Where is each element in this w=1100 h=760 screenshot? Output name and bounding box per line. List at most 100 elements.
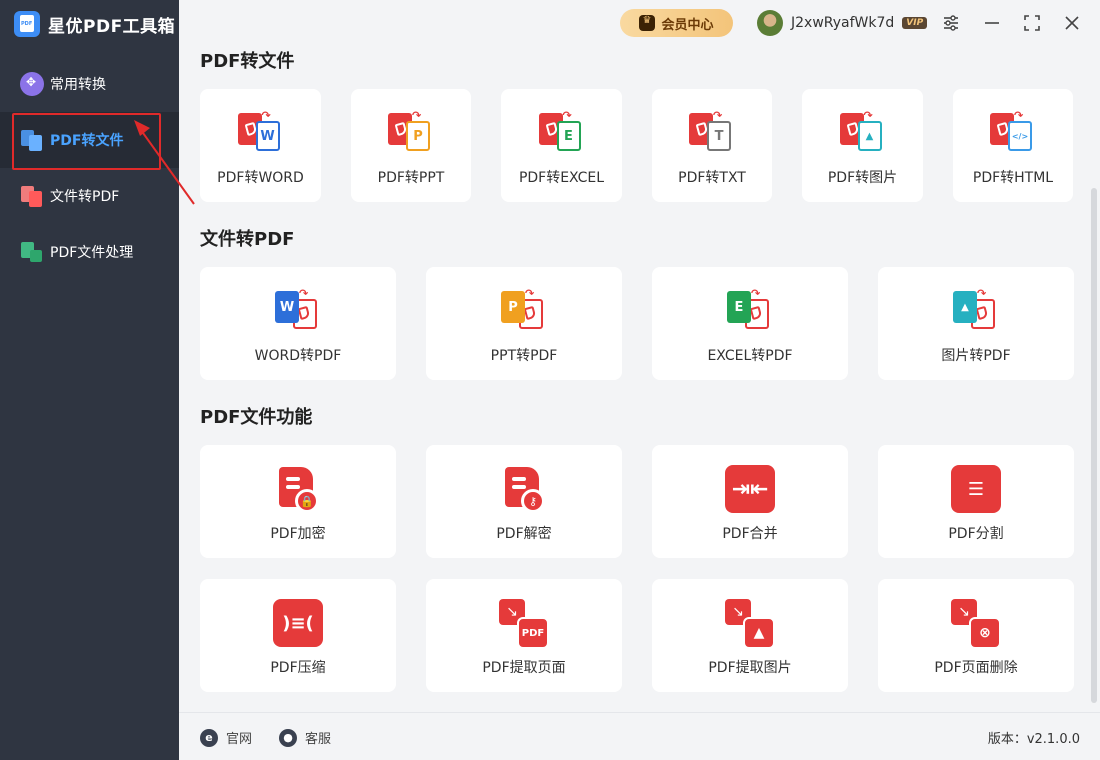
card-label: PDF提取页面 <box>482 660 566 676</box>
target-doc: P <box>406 121 430 151</box>
sidebar-item-label: PDF转文件 <box>50 133 124 149</box>
excel-to-pdf-icon: E ↷ <box>725 287 775 333</box>
browser-icon: e <box>200 728 218 747</box>
card-label: PDF加密 <box>270 526 326 542</box>
target-doc: W <box>255 121 280 151</box>
card-label: PDF解密 <box>496 526 552 542</box>
target-doc: </> <box>1008 121 1032 151</box>
section-title-file-to-pdf: 文件转PDF <box>200 229 295 250</box>
pdf-to-file-icon <box>20 128 44 152</box>
target-doc: ▲ <box>857 121 882 151</box>
app-logo-icon <box>14 11 40 37</box>
section-title-pdf-to-file: PDF转文件 <box>200 51 295 72</box>
card-label: WORD转PDF <box>254 348 342 364</box>
card-label: PDF转EXCEL <box>518 170 605 186</box>
section-title-pdf-functions: PDF文件功能 <box>200 407 313 428</box>
card-label: PDF转HTML <box>972 170 1054 186</box>
minimize-icon[interactable] <box>981 12 1003 34</box>
card-label: PDF转图片 <box>827 170 898 186</box>
card-pdf-to-word[interactable]: W ↷ PDF转WORD <box>200 89 321 202</box>
vip-badge: VIP <box>902 17 928 29</box>
card-label: PDF转WORD <box>217 170 304 186</box>
sidebar-item-file-to-pdf[interactable]: 文件转PDF <box>0 168 179 224</box>
card-ppt-to-pdf[interactable]: P ↷ PPT转PDF <box>426 267 622 380</box>
extract-page-icon: ↘ PDF <box>499 599 549 649</box>
split-icon: ☰ <box>951 465 1001 513</box>
file-to-pdf-icon <box>20 184 44 208</box>
card-label: PDF合并 <box>722 526 778 542</box>
card-label: PDF提取图片 <box>708 660 792 676</box>
sidebar-item-label: 常用转换 <box>50 77 106 93</box>
card-pdf-to-excel[interactable]: E ↷ PDF转EXCEL <box>501 89 622 202</box>
card-pdf-extract-image[interactable]: ↘ ▲ PDF提取图片 <box>652 579 848 692</box>
settings-icon[interactable] <box>940 12 962 34</box>
sidebar-item-common[interactable]: 常用转换 <box>0 56 179 112</box>
card-pdf-merge[interactable]: ⇥⇤ PDF合并 <box>652 445 848 558</box>
sidebar: 星优PDF工具箱 常用转换 PDF转文件 文件转PDF PDF文件处理 <box>0 0 179 760</box>
app-title: 星优PDF工具箱 <box>48 16 176 37</box>
card-pdf-compress[interactable]: )≡( PDF压缩 <box>200 579 396 692</box>
support-link[interactable]: ● 客服 <box>279 728 331 747</box>
grid-icon <box>20 72 44 96</box>
pdf-to-image-icon: ▲ ↷ <box>838 109 888 155</box>
vip-center-button[interactable]: 会员中心 <box>620 9 733 37</box>
card-label: PDF分割 <box>948 526 1004 542</box>
card-label: PDF页面删除 <box>934 660 1018 676</box>
sidebar-nav: 常用转换 PDF转文件 文件转PDF PDF文件处理 <box>0 56 179 280</box>
pdf-to-word-icon: W ↷ <box>236 109 286 155</box>
card-pdf-to-txt[interactable]: T ↷ PDF转TXT <box>652 89 772 202</box>
website-link[interactable]: e 官网 <box>200 728 252 747</box>
maximize-icon[interactable] <box>1021 12 1043 34</box>
pdf-to-ppt-icon: P ↷ <box>386 109 436 155</box>
scrollbar[interactable] <box>1091 188 1097 703</box>
sidebar-item-label: 文件转PDF <box>50 189 120 205</box>
sidebar-item-label: PDF文件处理 <box>50 245 134 261</box>
user-info[interactable]: J2xwRyafWk7d VIP <box>757 10 928 36</box>
delete-page-icon: ↘ ⊗ <box>951 599 1001 649</box>
compress-icon: )≡( <box>273 599 323 647</box>
target-doc: T <box>707 121 731 151</box>
image-to-pdf-icon: ▲ ↷ <box>951 287 1001 333</box>
chat-icon: ● <box>279 728 297 747</box>
card-label: EXCEL转PDF <box>707 348 793 364</box>
vip-center-label: 会员中心 <box>661 17 714 33</box>
card-pdf-to-html[interactable]: </> ↷ PDF转HTML <box>953 89 1073 202</box>
target-doc: E <box>556 121 581 151</box>
card-pdf-to-image[interactable]: ▲ ↷ PDF转图片 <box>802 89 923 202</box>
version-text: 版本：v2.1.0.0 <box>987 732 1080 747</box>
word-to-pdf-icon: W ↷ <box>273 287 323 333</box>
website-label: 官网 <box>226 732 253 747</box>
card-image-to-pdf[interactable]: ▲ ↷ 图片转PDF <box>878 267 1074 380</box>
card-label: PDF压缩 <box>270 660 326 676</box>
card-excel-to-pdf[interactable]: E ↷ EXCEL转PDF <box>652 267 848 380</box>
support-label: 客服 <box>305 732 332 747</box>
card-pdf-decrypt[interactable]: ⚷ PDF解密 <box>426 445 622 558</box>
card-label: PPT转PDF <box>490 348 558 364</box>
pdf-to-txt-icon: T ↷ <box>687 109 737 155</box>
footer: e 官网 ● 客服 版本：v2.1.0.0 <box>179 712 1100 760</box>
pdf-to-excel-icon: E ↷ <box>537 109 587 155</box>
lock-icon: 🔒 <box>273 465 323 513</box>
card-label: PDF转PPT <box>377 170 445 186</box>
card-pdf-to-ppt[interactable]: P ↷ PDF转PPT <box>351 89 471 202</box>
sidebar-item-pdf-to-file[interactable]: PDF转文件 <box>0 112 179 168</box>
pdf-process-icon <box>20 240 44 264</box>
sidebar-item-pdf-process[interactable]: PDF文件处理 <box>0 224 179 280</box>
avatar <box>757 10 783 36</box>
card-word-to-pdf[interactable]: W ↷ WORD转PDF <box>200 267 396 380</box>
extract-image-icon: ↘ ▲ <box>725 599 775 649</box>
card-label: 图片转PDF <box>941 348 1011 364</box>
card-pdf-split[interactable]: ☰ PDF分割 <box>878 445 1074 558</box>
crown-icon <box>639 15 656 31</box>
close-icon[interactable] <box>1061 12 1083 34</box>
ppt-to-pdf-icon: P ↷ <box>499 287 549 333</box>
brand: 星优PDF工具箱 <box>14 10 175 38</box>
card-pdf-delete-page[interactable]: ↘ ⊗ PDF页面删除 <box>878 579 1074 692</box>
card-pdf-extract-page[interactable]: ↘ PDF PDF提取页面 <box>426 579 622 692</box>
card-pdf-encrypt[interactable]: 🔒 PDF加密 <box>200 445 396 558</box>
key-icon: ⚷ <box>499 465 549 513</box>
merge-icon: ⇥⇤ <box>725 465 775 513</box>
card-label: PDF转TXT <box>678 170 746 186</box>
username: J2xwRyafWk7d <box>791 15 895 31</box>
pdf-to-html-icon: </> ↷ <box>988 109 1038 155</box>
